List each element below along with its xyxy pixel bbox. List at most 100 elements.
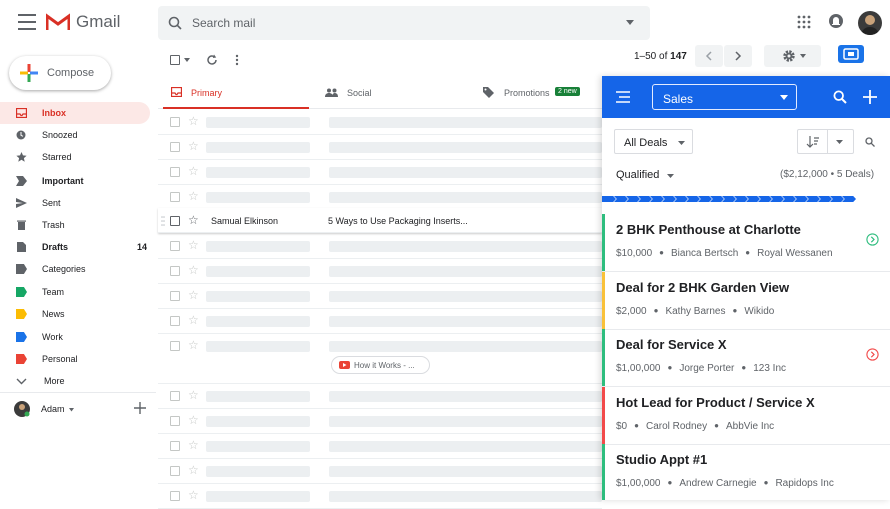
deal-company[interactable]: AbbVie Inc <box>726 421 774 432</box>
deal-company[interactable]: 123 Inc <box>753 363 786 374</box>
deal-contact[interactable]: Andrew Carnegie <box>679 478 756 489</box>
pipeline-select[interactable]: Sales <box>652 84 797 110</box>
email-row-placeholder[interactable]: ☆ <box>158 409 602 434</box>
star-icon[interactable]: ☆ <box>188 288 199 302</box>
sidebar-item-more[interactable]: More <box>0 370 150 392</box>
star-icon[interactable]: ☆ <box>188 338 199 352</box>
green-circle-arrow-icon[interactable] <box>866 233 879 246</box>
email-row-placeholder[interactable]: ☆ <box>158 234 602 259</box>
pipeline-stage-bar[interactable] <box>602 196 890 202</box>
hangouts-user[interactable]: Adam <box>14 401 154 417</box>
add-icon[interactable] <box>134 402 146 414</box>
row-checkbox[interactable] <box>170 441 180 451</box>
deal-title[interactable]: 2 BHK Penthouse at Charlotte <box>616 222 801 237</box>
settings-button[interactable] <box>764 45 821 67</box>
star-icon[interactable]: ☆ <box>188 413 199 427</box>
star-icon[interactable]: ☆ <box>188 213 199 227</box>
star-icon[interactable]: ☆ <box>188 463 199 477</box>
star-icon[interactable]: ☆ <box>188 263 199 277</box>
sidebar-item-team[interactable]: Team <box>0 281 150 303</box>
email-row-placeholder[interactable]: ☆ <box>158 185 602 210</box>
add-icon[interactable] <box>863 90 877 104</box>
stage-select[interactable]: Qualified <box>616 169 686 183</box>
star-icon[interactable]: ☆ <box>188 139 199 153</box>
older-page-button[interactable] <box>695 45 723 67</box>
tab-primary[interactable]: Primary <box>163 78 309 109</box>
star-icon[interactable]: ☆ <box>188 189 199 203</box>
row-checkbox[interactable] <box>170 291 180 301</box>
crm-extension-button[interactable] <box>838 45 864 63</box>
email-row-placeholder[interactable]: ☆ <box>158 284 602 309</box>
deal-card[interactable]: Deal for Service X $1,00,000 ● Jorge Porter… <box>602 329 890 387</box>
deal-title[interactable]: Deal for 2 BHK Garden View <box>616 280 789 295</box>
sidebar-item-trash[interactable]: Trash <box>0 214 150 236</box>
deal-card[interactable]: 2 BHK Penthouse at Charlotte $10,000 ● Bian… <box>602 214 890 272</box>
refresh-icon[interactable] <box>206 54 218 66</box>
notifications-icon[interactable] <box>828 13 844 31</box>
row-checkbox[interactable] <box>170 216 180 226</box>
sidebar-item-starred[interactable]: Starred <box>0 146 150 168</box>
star-icon[interactable]: ☆ <box>188 164 199 178</box>
sidebar-item-inbox[interactable]: Inbox <box>0 102 150 124</box>
email-row-placeholder[interactable]: ☆ <box>158 160 602 185</box>
sidebar-item-categories[interactable]: Categories <box>0 258 150 280</box>
row-checkbox[interactable] <box>170 241 180 251</box>
email-row[interactable]: ☆ Samual Elkinson 5 Ways to Use Packaging … <box>158 208 602 233</box>
attachment-chip[interactable]: How it Works - ... <box>331 356 430 374</box>
apps-grid-icon[interactable] <box>797 15 811 29</box>
tab-promotions[interactable]: Promotions 2 new <box>483 78 603 109</box>
deal-contact[interactable]: Bianca Bertsch <box>671 248 738 259</box>
newer-page-button[interactable] <box>724 45 752 67</box>
star-icon[interactable]: ☆ <box>188 114 199 128</box>
sidebar-item-sent[interactable]: Sent <box>0 192 150 214</box>
more-options-icon[interactable] <box>235 54 239 66</box>
star-icon[interactable]: ☆ <box>188 313 199 327</box>
compose-button[interactable]: Compose <box>9 56 111 90</box>
star-icon[interactable]: ☆ <box>188 438 199 452</box>
sidebar-item-snoozed[interactable]: Snoozed <box>0 124 150 146</box>
deal-company[interactable]: Wikido <box>744 306 774 317</box>
deal-contact[interactable]: Carol Rodney <box>646 421 707 432</box>
red-circle-arrow-icon[interactable] <box>866 348 879 361</box>
email-row-placeholder[interactable]: ☆ <box>158 384 602 409</box>
sidebar-item-personal[interactable]: Personal <box>0 348 150 370</box>
sidebar-item-important[interactable]: Important <box>0 170 150 192</box>
deal-card[interactable]: Hot Lead for Product / Service X $0 ● Carol… <box>602 386 890 445</box>
search-options-icon[interactable] <box>626 20 634 26</box>
email-row-placeholder[interactable]: ☆ <box>158 434 602 459</box>
deal-title[interactable]: Deal for Service X <box>616 337 727 352</box>
row-checkbox[interactable] <box>170 192 180 202</box>
row-checkbox[interactable] <box>170 167 180 177</box>
row-checkbox[interactable] <box>170 416 180 426</box>
row-checkbox[interactable] <box>170 391 180 401</box>
email-row-placeholder[interactable]: ☆ <box>158 110 602 135</box>
select-all-checkbox[interactable] <box>170 55 180 65</box>
deal-contact[interactable]: Jorge Porter <box>679 363 734 374</box>
deal-filter-select[interactable]: All Deals <box>614 129 693 154</box>
deal-title[interactable]: Studio Appt #1 <box>616 452 707 467</box>
sort-button[interactable] <box>797 129 854 154</box>
chevron-down-icon[interactable] <box>836 140 843 144</box>
gmail-logo[interactable]: Gmail <box>46 12 120 32</box>
main-menu-button[interactable] <box>18 14 36 30</box>
row-checkbox[interactable] <box>170 142 180 152</box>
deal-title[interactable]: Hot Lead for Product / Service X <box>616 395 815 410</box>
row-checkbox[interactable] <box>170 316 180 326</box>
drag-handle-icon[interactable] <box>161 216 165 226</box>
star-icon[interactable]: ☆ <box>188 238 199 252</box>
deal-company[interactable]: Royal Wessanen <box>757 248 832 259</box>
deal-card[interactable]: Studio Appt #1 $1,00,000 ● Andrew Carnegie ●… <box>602 444 890 500</box>
deal-contact[interactable]: Kathy Barnes <box>665 306 725 317</box>
star-icon[interactable]: ☆ <box>188 388 199 402</box>
deal-card[interactable]: Deal for 2 BHK Garden View $2,000 ● Kathy B… <box>602 271 890 330</box>
sidebar-item-work[interactable]: Work <box>0 326 150 348</box>
row-checkbox[interactable] <box>170 266 180 276</box>
sidebar-item-drafts[interactable]: Drafts 14 <box>0 236 150 258</box>
search-icon[interactable] <box>833 90 847 104</box>
account-avatar[interactable] <box>858 11 882 35</box>
search-input[interactable]: Search mail <box>192 16 255 30</box>
filter-search-icon[interactable] <box>865 137 875 147</box>
deal-company[interactable]: Rapidops Inc <box>775 478 833 489</box>
search-icon[interactable] <box>168 16 182 30</box>
email-row-placeholder[interactable]: ☆ <box>158 459 602 484</box>
